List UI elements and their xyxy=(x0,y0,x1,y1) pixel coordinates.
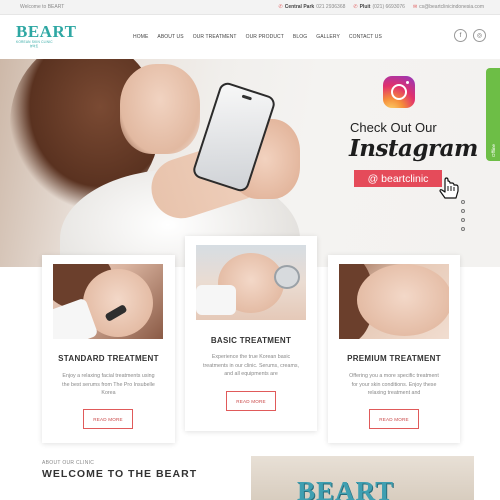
pluit-contact[interactable]: ✆ Pluit (021) 6693076 xyxy=(353,4,405,10)
top-bar: Welcome to BEART ✆ Central Park 021 2936… xyxy=(0,0,500,15)
pluit-label: Pluit xyxy=(359,4,371,10)
hero-face-shape xyxy=(120,64,200,154)
clinic-sign-photo: BEART xyxy=(251,456,474,500)
mail-icon: ✉ xyxy=(412,4,418,10)
phone-icon: ✆ xyxy=(278,4,283,10)
slider-dot[interactable] xyxy=(461,200,465,204)
clinic-sign-text: BEART xyxy=(297,476,395,500)
premium-treatment-photo xyxy=(339,264,449,339)
slider-dot[interactable] xyxy=(461,218,465,222)
hero-instagram-text: Instagram xyxy=(349,135,478,162)
beart-logo[interactable]: BEART KOREAN SKIN CLINIC 뷰아트 xyxy=(16,22,77,51)
card-text: Experience the true Korean basic treatme… xyxy=(203,354,299,377)
standard-treatment-photo xyxy=(53,264,163,339)
pointer-hand-icon xyxy=(439,177,459,199)
welcome-text: Welcome to BEART xyxy=(20,4,65,10)
logo-korean: 뷰아트 xyxy=(30,44,39,48)
nav-about-us[interactable]: ABOUT US xyxy=(157,34,183,40)
slider-dot[interactable] xyxy=(461,227,465,231)
logo-text: BEART xyxy=(16,22,77,41)
card-text: Enjoy a relaxing facial treatments using… xyxy=(62,373,155,396)
central-park-label: Central Park xyxy=(284,4,315,10)
central-park-contact[interactable]: ✆ Central Park 021 2936368 xyxy=(279,4,346,10)
read-more-button[interactable]: READ MORE xyxy=(83,409,133,429)
about-section-kicker: ABOUT OUR CLINIC xyxy=(42,460,95,466)
treatment-card-standard: STANDARD TREATMENT Enjoy a relaxing faci… xyxy=(42,255,175,443)
main-nav: HOME ABOUT US OUR TREATMENT OUR PRODUCT … xyxy=(133,34,382,40)
nav-our-treatment[interactable]: OUR TREATMENT xyxy=(193,34,237,40)
site-header: BEART KOREAN SKIN CLINIC 뷰아트 HOME ABOUT … xyxy=(0,15,500,59)
phone-icon: ✆ xyxy=(353,4,358,10)
nav-gallery[interactable]: GALLERY xyxy=(316,34,340,40)
hero-check-out-text: Check Out Our xyxy=(350,120,437,135)
card-text: Offering you a more specific treatment f… xyxy=(349,373,439,396)
read-more-button[interactable]: READ MORE xyxy=(369,409,419,429)
instagram-icon[interactable]: ◎ xyxy=(473,29,486,42)
top-contacts: ✆ Central Park 021 2936368 ✆ Pluit (021)… xyxy=(279,4,484,10)
central-park-phone: 021 2936368 xyxy=(316,4,346,10)
facebook-icon[interactable]: f xyxy=(454,29,467,42)
social-links: f ◎ xyxy=(454,29,486,42)
basic-treatment-photo xyxy=(196,245,306,320)
pluit-phone: (021) 6693076 xyxy=(372,4,405,10)
nav-blog[interactable]: BLOG xyxy=(293,34,307,40)
slider-dot[interactable] xyxy=(461,209,465,213)
email-contact[interactable]: ✉ cs@beartclinicindonesia.com xyxy=(413,4,484,10)
offline-label: Offline xyxy=(490,144,496,157)
nav-our-product[interactable]: OUR PRODUCT xyxy=(246,34,284,40)
email-text: cs@beartclinicindonesia.com xyxy=(419,4,484,10)
read-more-button[interactable]: READ MORE xyxy=(226,391,276,411)
slider-pagination xyxy=(461,200,465,231)
instagram-handle-badge[interactable]: @ beartclinic xyxy=(354,170,442,187)
instagram-logo-icon xyxy=(383,76,415,108)
treatment-card-premium: PREMIUM TREATMENT Offering you a more sp… xyxy=(328,255,460,443)
treatment-card-basic: BASIC TREATMENT Experience the true Kore… xyxy=(185,236,317,431)
nav-home[interactable]: HOME xyxy=(133,34,148,40)
about-section-title: WELCOME TO THE BEART xyxy=(42,468,198,480)
card-title: BASIC TREATMENT xyxy=(210,336,292,345)
card-title: STANDARD TREATMENT xyxy=(58,354,159,363)
card-title: PREMIUM TREATMENT xyxy=(347,354,441,363)
offline-chat-tab[interactable]: Offline xyxy=(486,68,500,161)
nav-contact-us[interactable]: CONTACT US xyxy=(349,34,382,40)
